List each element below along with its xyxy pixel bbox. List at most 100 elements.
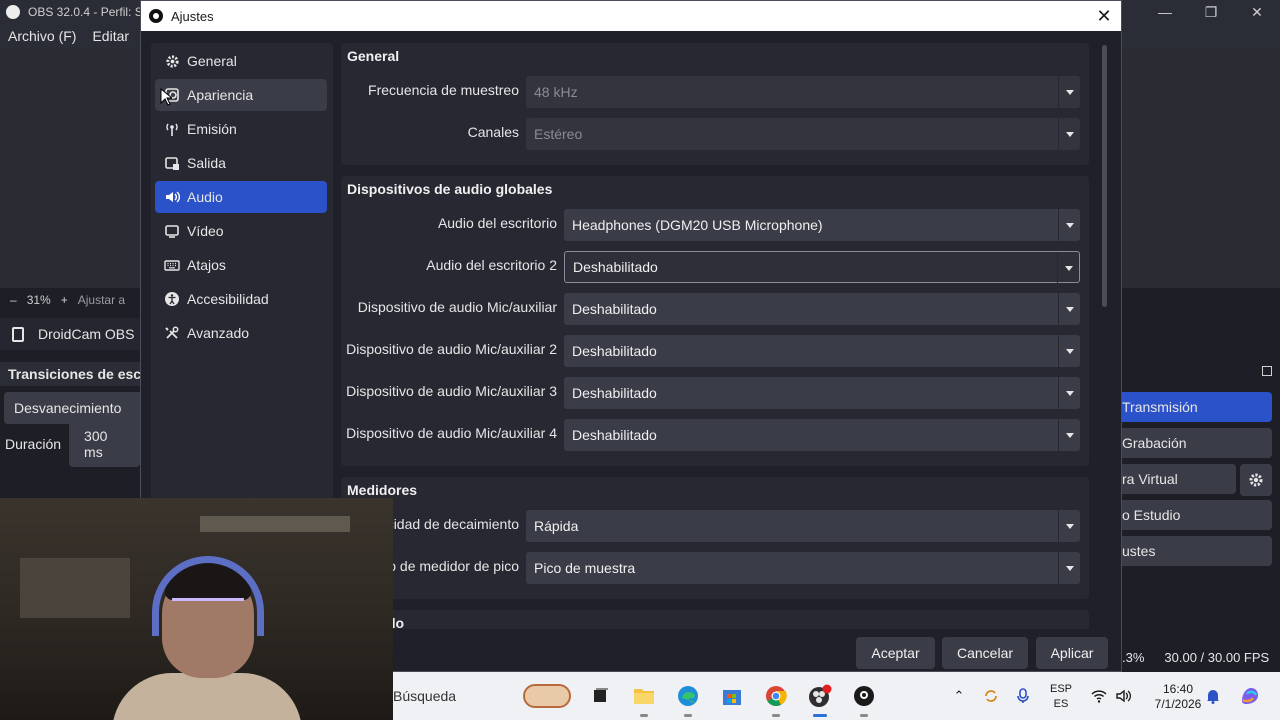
- nav-label: General: [187, 53, 237, 69]
- volume-icon[interactable]: [1111, 672, 1135, 720]
- nav-label: Accesibilidad: [187, 291, 269, 307]
- chevron-down-icon: [1058, 552, 1080, 584]
- settings-button[interactable]: ustes: [1122, 536, 1272, 566]
- zoom-out-icon[interactable]: –: [10, 293, 17, 307]
- keyboard-icon: [163, 256, 181, 274]
- accept-button[interactable]: Aceptar: [856, 637, 935, 669]
- duration-row: Duración 300 ms: [0, 421, 140, 467]
- chevron-down-icon: [1058, 377, 1080, 409]
- nav-item-advanced[interactable]: Avanzado: [155, 317, 327, 349]
- nav-label: Avanzado: [187, 325, 250, 341]
- chevron-up-icon[interactable]: ⌃: [949, 672, 969, 720]
- file-explorer-icon[interactable]: [631, 683, 657, 717]
- studio-mode-button[interactable]: o Estudio: [1122, 500, 1272, 530]
- advanced-group: do: [341, 610, 1089, 629]
- vertical-scrollbar[interactable]: [1101, 43, 1109, 629]
- sample-rate-select[interactable]: 48 kHz: [526, 76, 1080, 108]
- nav-item-hotkeys[interactable]: Atajos: [155, 249, 327, 281]
- desktop-audio-2-select[interactable]: Deshabilitado: [564, 251, 1080, 284]
- search-highlight-icon: [523, 684, 571, 708]
- channels-select[interactable]: Estéreo: [526, 118, 1080, 150]
- window-controls: — ❐ ✕: [1142, 0, 1280, 24]
- task-view-icon[interactable]: [587, 683, 613, 709]
- dialog-title: Ajustes: [171, 8, 214, 24]
- mic-aux-4-select[interactable]: Deshabilitado: [564, 419, 1080, 451]
- mic-aux-3-select[interactable]: Deshabilitado: [564, 377, 1080, 409]
- chevron-down-icon: [1058, 209, 1080, 241]
- mic-aux-label: Dispositivo de audio Mic/auxiliar: [357, 299, 557, 315]
- clock-date: 7/1/2026: [1154, 697, 1202, 711]
- nav-item-output[interactable]: Salida: [155, 147, 327, 179]
- taskbar-clock[interactable]: 16:40 7/1/2026: [1149, 682, 1207, 712]
- search-label: Búsqueda: [393, 688, 457, 704]
- wifi-icon[interactable]: [1087, 672, 1111, 720]
- virtual-camera-config-button[interactable]: [1240, 464, 1272, 496]
- start-stream-button[interactable]: Transmisión: [1122, 392, 1272, 422]
- zoom-fit-button[interactable]: Ajustar a: [78, 293, 125, 307]
- antenna-icon: [163, 120, 181, 138]
- apply-button[interactable]: Aplicar: [1036, 637, 1108, 669]
- nav-item-audio[interactable]: Audio: [155, 181, 327, 213]
- nav-item-stream[interactable]: Emisión: [155, 113, 327, 145]
- mic-aux-4-label: Dispositivo de audio Mic/auxiliar 4: [346, 425, 557, 441]
- nav-item-video[interactable]: Vídeo: [155, 215, 327, 247]
- maximize-icon[interactable]: ❐: [1188, 0, 1234, 24]
- menu-edit[interactable]: Editar: [84, 28, 137, 44]
- keyboard-layout: ES: [1053, 698, 1069, 710]
- settings-label: ustes: [1122, 543, 1156, 559]
- minimize-icon[interactable]: —: [1142, 0, 1188, 24]
- desktop-audio-select[interactable]: Headphones (DGM20 USB Microphone): [564, 209, 1080, 241]
- speaker-icon: [163, 188, 181, 206]
- start-record-button[interactable]: Grabación: [1122, 428, 1272, 458]
- chrome-icon[interactable]: [763, 683, 789, 717]
- desktop-audio-value: Headphones (DGM20 USB Microphone): [572, 217, 823, 233]
- virtual-camera-button[interactable]: ra Virtual: [1122, 464, 1236, 494]
- cancel-button[interactable]: Cancelar: [942, 637, 1028, 669]
- microphone-icon[interactable]: [1011, 672, 1035, 720]
- transition-select[interactable]: Desvanecimiento: [4, 392, 140, 424]
- language-code: ESP: [1049, 683, 1072, 695]
- peak-meter-select[interactable]: Pico de muestra: [526, 552, 1080, 584]
- edge-browser-icon[interactable]: [675, 683, 701, 717]
- close-icon[interactable]: ✕: [1234, 0, 1280, 24]
- start-record-label: Grabación: [1122, 435, 1187, 451]
- language-indicator[interactable]: ESP ES: [1048, 682, 1074, 712]
- transitions-header: Transiciones de esce: [0, 362, 140, 386]
- taskbar: Búsqueda ⌃ ESP ES 16:40 7/1/2026: [393, 672, 1280, 720]
- mic-aux-value: Deshabilitado: [572, 301, 657, 317]
- nav-label: Audio: [187, 189, 223, 205]
- copilot-icon[interactable]: [1235, 672, 1265, 720]
- nav-label: Apariencia: [187, 87, 254, 103]
- dock-float-icon[interactable]: [1262, 366, 1272, 376]
- decay-rate-select[interactable]: Rápida: [526, 510, 1080, 542]
- sample-rate-label: Frecuencia de muestreo: [368, 82, 519, 98]
- dialog-titlebar: Ajustes ✕: [141, 1, 1121, 31]
- webcam-app-icon[interactable]: [851, 683, 877, 717]
- nav-item-appearance[interactable]: Apariencia: [155, 79, 327, 111]
- source-list-item[interactable]: DroidCam OBS: [0, 318, 140, 350]
- store-icon[interactable]: [719, 683, 745, 709]
- studio-mode-label: o Estudio: [1122, 507, 1181, 523]
- chevron-down-icon: [1058, 335, 1080, 367]
- chevron-down-icon: [1058, 76, 1080, 108]
- sync-icon[interactable]: [979, 672, 1003, 720]
- gear-icon: [163, 52, 181, 70]
- nav-item-accessibility[interactable]: Accesibilidad: [155, 283, 327, 315]
- close-icon[interactable]: ✕: [1087, 1, 1121, 31]
- nav-item-general[interactable]: General: [155, 45, 327, 77]
- status-bar: .3% 30.00 / 30.00 FPS: [1122, 642, 1280, 672]
- mic-aux-2-select[interactable]: Deshabilitado: [564, 335, 1080, 367]
- mic-aux-select[interactable]: Deshabilitado: [564, 293, 1080, 325]
- webcam-window: [20, 558, 130, 618]
- scrollbar-thumb[interactable]: [1102, 45, 1107, 307]
- taskbar-search[interactable]: Búsqueda: [393, 680, 573, 712]
- obs-taskbar-icon[interactable]: [807, 683, 833, 717]
- duration-input[interactable]: 300 ms: [69, 421, 140, 467]
- channels-label: Canales: [467, 124, 519, 140]
- tools-icon: [163, 324, 181, 342]
- global-devices-title: Dispositivos de audio globales: [347, 181, 553, 197]
- mic-aux-3-label: Dispositivo de audio Mic/auxiliar 3: [346, 383, 557, 399]
- bell-icon[interactable]: [1201, 672, 1225, 720]
- zoom-in-icon[interactable]: +: [61, 293, 68, 307]
- menu-file[interactable]: Archivo (F): [0, 28, 84, 44]
